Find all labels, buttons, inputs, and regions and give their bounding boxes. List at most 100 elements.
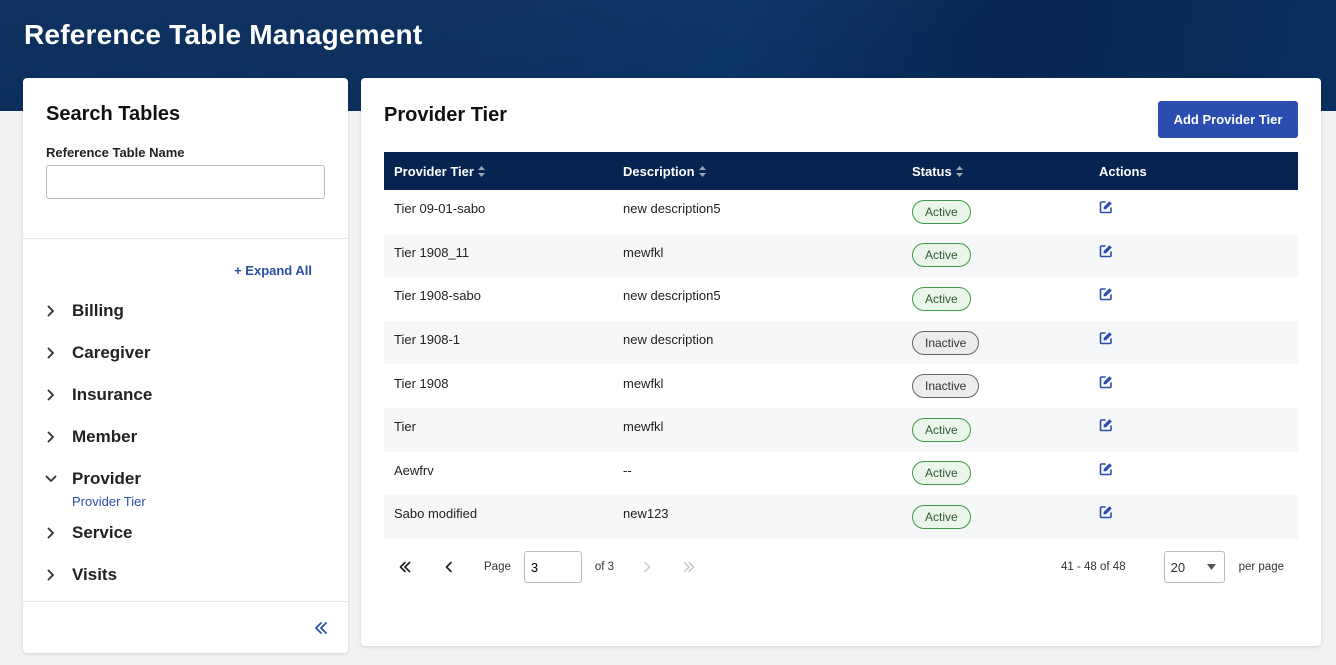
cell-provider-tier: Tier 1908-sabo xyxy=(394,288,481,304)
cell-status: Inactive xyxy=(902,325,1089,361)
edit-icon[interactable] xyxy=(1099,244,1113,258)
cell-actions xyxy=(1089,462,1298,485)
cell-description: new description5 xyxy=(623,201,721,217)
cell-provider-tier: Tier 1908 xyxy=(394,375,449,391)
column-header-description[interactable]: Description xyxy=(613,164,902,179)
column-header-label: Description xyxy=(623,163,695,179)
tree-item-label: Billing xyxy=(72,301,124,320)
collapse-panel-button[interactable] xyxy=(312,619,330,637)
app-title: Reference Table Management xyxy=(24,19,423,50)
edit-icon[interactable] xyxy=(1099,331,1113,345)
double-chevron-left-icon xyxy=(399,561,411,573)
cell-description: new description xyxy=(623,332,714,348)
page-label: Page xyxy=(484,561,511,573)
tree-item-label: Caregiver xyxy=(72,343,151,362)
next-page-button[interactable] xyxy=(636,556,658,578)
tree-subitem-provider-tier[interactable]: Provider Tier xyxy=(45,490,335,512)
chevron-right-icon xyxy=(45,565,72,585)
reference-table-name-label: Reference Table Name xyxy=(46,145,185,160)
cell-actions xyxy=(1089,287,1298,310)
status-badge: Inactive xyxy=(912,330,980,355)
pagination: Page of 3 41 - 48 of 48 20 per page xyxy=(384,550,1298,584)
chevron-left-icon xyxy=(445,561,452,573)
first-page-button[interactable] xyxy=(394,556,416,578)
cell-actions xyxy=(1089,244,1298,267)
add-provider-tier-button[interactable]: Add Provider Tier xyxy=(1158,101,1298,138)
status-badge: Active xyxy=(912,243,971,268)
edit-icon[interactable] xyxy=(1099,375,1113,389)
chevron-right-icon xyxy=(45,343,72,363)
per-page-label: per page xyxy=(1238,561,1284,573)
tree-item-member[interactable]: Member xyxy=(45,416,335,458)
page-number-input[interactable] xyxy=(523,551,582,583)
cell-actions xyxy=(1089,375,1298,398)
reference-table-name-input[interactable] xyxy=(46,165,325,199)
page-total-label: of 3 xyxy=(594,561,615,573)
edit-icon[interactable] xyxy=(1099,505,1113,519)
tree-item-service[interactable]: Service xyxy=(45,512,335,554)
sort-icon xyxy=(698,165,706,177)
cell-provider-tier: Tier 1908-1 xyxy=(394,332,460,348)
status-badge: Inactive xyxy=(912,374,980,399)
edit-icon[interactable] xyxy=(1099,418,1113,432)
cell-status: Active xyxy=(902,237,1089,273)
column-header-actions: Actions xyxy=(1089,164,1298,179)
cell-provider-tier: Sabo modified xyxy=(394,506,478,522)
column-header-label: Actions xyxy=(1099,163,1147,179)
column-header-provider-tier[interactable]: Provider Tier xyxy=(384,164,613,179)
cell-description: mewfkl xyxy=(623,375,664,391)
chevron-right-icon xyxy=(45,301,72,321)
cell-provider-tier: Tier xyxy=(394,419,416,435)
cell-description: new description5 xyxy=(623,288,721,304)
search-tables-panel: Search Tables Reference Table Name + Exp… xyxy=(23,78,348,653)
cell-description: mewfkl xyxy=(623,244,664,260)
table-row: Tier 1908-sabo new description5 Active xyxy=(384,277,1298,321)
per-page-select[interactable]: 20 xyxy=(1163,551,1225,583)
cell-provider-tier: Aewfrv xyxy=(394,462,434,478)
cell-actions xyxy=(1089,200,1298,223)
cell-provider-tier: Tier 1908_11 xyxy=(394,244,470,260)
tree-item-label: Provider xyxy=(72,469,141,488)
cell-status: Active xyxy=(902,194,1089,230)
table-row: Tier 09-01-sabo new description5 Active xyxy=(384,190,1298,234)
column-header-label: Provider Tier xyxy=(394,163,474,179)
reference-table-tree: Billing Caregiver Insurance Member Provider P… xyxy=(45,290,335,596)
tree-item-label: Insurance xyxy=(72,385,153,404)
cell-provider-tier: Tier 09-01-sabo xyxy=(394,201,486,217)
status-badge: Active xyxy=(912,286,971,311)
tree-item-insurance[interactable]: Insurance xyxy=(45,374,335,416)
tree-item-label: Service xyxy=(72,523,133,542)
cell-status: Active xyxy=(902,499,1089,535)
range-label: 41 - 48 of 48 xyxy=(1061,561,1126,573)
status-badge: Active xyxy=(912,417,971,442)
chevron-right-icon xyxy=(45,523,72,543)
expand-all-link[interactable]: + Expand All xyxy=(234,263,312,278)
divider xyxy=(23,238,348,239)
edit-icon[interactable] xyxy=(1099,287,1113,301)
column-header-status[interactable]: Status xyxy=(902,164,1089,179)
cell-actions xyxy=(1089,505,1298,528)
table-row: Tier 1908 mewfkl Inactive xyxy=(384,364,1298,408)
table-row: Tier 1908_11 mewfkl Active xyxy=(384,233,1298,278)
cell-actions xyxy=(1089,418,1298,441)
table-row: Sabo modified new123 Active xyxy=(384,495,1298,539)
provider-tier-table: Provider Tier Description Status Actions… xyxy=(384,152,1298,539)
cell-status: Active xyxy=(902,455,1089,491)
table-row: Tier mewfkl Active xyxy=(384,407,1298,452)
previous-page-button[interactable] xyxy=(438,556,460,578)
column-header-label: Status xyxy=(912,163,952,179)
tree-item-label: Member xyxy=(72,427,138,446)
edit-icon[interactable] xyxy=(1099,462,1113,476)
edit-icon[interactable] xyxy=(1099,200,1113,214)
tree-item-billing[interactable]: Billing xyxy=(45,290,335,332)
double-chevron-left-icon xyxy=(315,622,327,634)
caret-down-icon xyxy=(1206,564,1216,570)
chevron-right-icon xyxy=(45,385,72,405)
cell-description: mewfkl xyxy=(623,419,664,435)
last-page-button[interactable] xyxy=(678,556,700,578)
tree-item-caregiver[interactable]: Caregiver xyxy=(45,332,335,374)
cell-description: new123 xyxy=(623,506,669,522)
divider xyxy=(23,601,348,602)
tree-item-visits[interactable]: Visits xyxy=(45,554,335,596)
chevron-right-icon xyxy=(45,427,72,447)
